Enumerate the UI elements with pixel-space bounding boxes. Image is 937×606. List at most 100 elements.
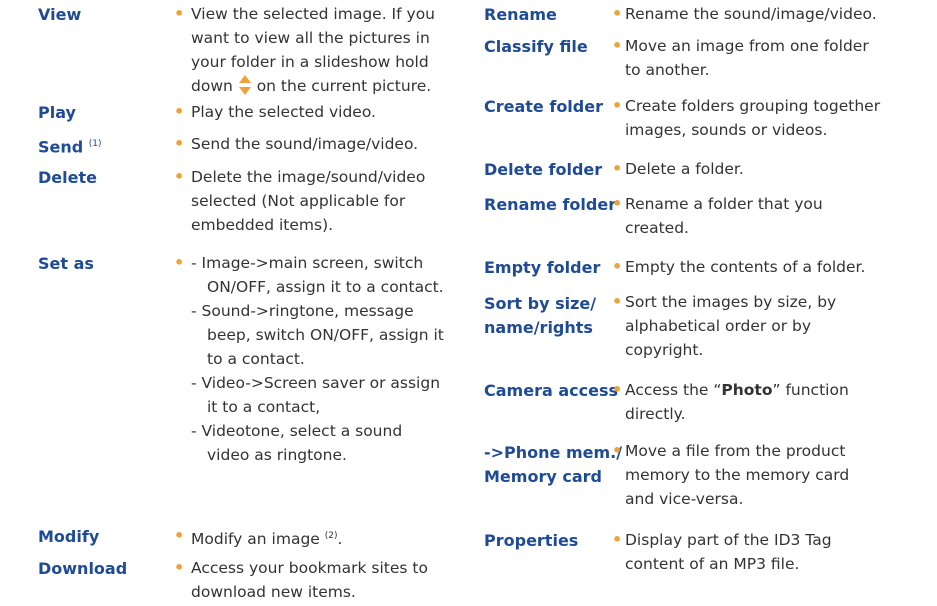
definition-delete: Delete the image/sound/video selected (N… [191, 165, 425, 237]
bullet: • [174, 526, 185, 545]
definition-camera-access: Access the “Photo” function directly. [625, 378, 849, 426]
definition-line: - Videotone, select a sound [191, 422, 403, 440]
term-classify-file: Classify file [484, 37, 588, 56]
term-empty-folder: Empty folder [484, 258, 601, 277]
definition-text: on the current picture. [256, 77, 432, 95]
bullet: • [174, 558, 185, 577]
definition-line: Send the sound/image/video. [191, 135, 419, 153]
bullet: • [612, 4, 623, 23]
definition-text: . [337, 530, 343, 549]
definition-line: Access your bookmark sites to [191, 559, 428, 577]
bullet: • [174, 167, 185, 186]
definition-line: memory to the memory card [625, 466, 850, 484]
bullet: • [174, 4, 185, 23]
definition-line: down on the current picture. [191, 74, 435, 98]
term-send: Send (1) [38, 134, 102, 157]
definition-line: download new items. [191, 583, 356, 601]
definition-create-folder: Create folders grouping together images,… [625, 94, 880, 142]
definition-text: down [191, 77, 233, 95]
definition-line: Play the selected video. [191, 103, 376, 121]
term-camera-access: Camera access [484, 381, 618, 400]
definition-rename: Rename the sound/image/video. [625, 2, 877, 26]
definition-delete-folder: Delete a folder. [625, 157, 744, 181]
term-delete-folder: Delete folder [484, 160, 603, 179]
definition-line: images, sounds or videos. [625, 121, 828, 139]
definition-line: content of an MP3 file. [625, 555, 800, 573]
definition-modify: Modify an image (2). [191, 524, 342, 551]
definition-set-as: - Image->main screen, switch ON/OFF, ass… [191, 251, 444, 467]
definition-text: Access the “ [625, 381, 722, 399]
term-line: Sort by size/ [484, 294, 597, 313]
definition-line: Delete a folder. [625, 160, 744, 178]
term-line: name/rights [484, 318, 593, 337]
bullet: • [612, 292, 623, 311]
definition-line: View the selected image. If you [191, 5, 435, 23]
definition-classify-file: Move an image from one folder to another… [625, 34, 869, 82]
definition-line: video as ringtone. [207, 446, 347, 464]
term-modify: Modify [38, 527, 100, 546]
bullet: • [174, 102, 185, 121]
term-sort-by: Sort by size/ name/rights [484, 292, 596, 340]
bullet: • [612, 257, 623, 276]
definition-line: ON/OFF, assign it to a contact. [207, 278, 444, 296]
definition-line: want to view all the pictures in [191, 29, 430, 47]
definition-line: Display part of the ID3 Tag [625, 531, 832, 549]
bullet: • [612, 159, 623, 178]
definition-line: Delete the image/sound/video [191, 168, 426, 186]
bullet: • [612, 36, 623, 55]
definition-line: Move an image from one folder [625, 37, 869, 55]
definition-line: Rename the sound/image/video. [625, 5, 877, 23]
term-properties: Properties [484, 531, 579, 550]
definition-line: Sort the images by size, by [625, 293, 837, 311]
bullet: • [612, 380, 623, 399]
footnote-marker: (1) [88, 139, 102, 149]
bullet: • [174, 253, 185, 272]
definition-text: Modify an image [191, 530, 320, 549]
definition-line: it to a contact, [207, 398, 321, 416]
definition-line: copyright. [625, 341, 704, 359]
definition-line: - Image->main screen, switch [191, 254, 424, 272]
term-line: Memory card [484, 467, 602, 486]
definition-line: embedded items). [191, 216, 334, 234]
definition-empty-folder: Empty the contents of a folder. [625, 255, 865, 279]
definition-line: your folder in a slideshow hold [191, 53, 429, 71]
term-line: ->Phone mem./ [484, 443, 623, 462]
term-phone-mem-memory-card: ->Phone mem./ Memory card [484, 441, 622, 489]
term-rename: Rename [484, 5, 557, 24]
footnote-marker: (2) [324, 531, 338, 541]
term-set-as: Set as [38, 254, 94, 273]
term-create-folder: Create folder [484, 97, 603, 116]
definition-line: and vice-versa. [625, 490, 744, 508]
definition-line: - Video->Screen saver or assign [191, 374, 441, 392]
bullet: • [612, 194, 623, 213]
definition-sort-by: Sort the images by size, by alphabetical… [625, 290, 836, 362]
term-download: Download [38, 559, 128, 578]
definition-emphasis: Photo [721, 381, 773, 399]
definition-line: Empty the contents of a folder. [625, 258, 866, 276]
bullet: • [612, 530, 623, 549]
term-send-label: Send [38, 137, 84, 157]
definition-phone-mem-memory-card: Move a file from the product memory to t… [625, 439, 849, 511]
definition-line: to another. [625, 61, 710, 79]
bullet: • [612, 441, 623, 460]
definition-text: ” function [772, 381, 849, 399]
definition-send: Send the sound/image/video. [191, 132, 418, 156]
definition-line: beep, switch ON/OFF, assign it [207, 326, 444, 344]
definition-line: Access the “Photo” function [625, 378, 849, 402]
term-rename-folder: Rename folder [484, 195, 617, 214]
definition-rename-folder: Rename a folder that you created. [625, 192, 823, 240]
definition-line: Modify an image (2). [191, 524, 342, 551]
bullet: • [612, 96, 623, 115]
definition-download: Access your bookmark sites to download n… [191, 556, 428, 604]
definition-line: alphabetical order or by [625, 317, 812, 335]
term-delete: Delete [38, 168, 97, 187]
definition-view: View the selected image. If you want to … [191, 2, 435, 98]
definition-line: Move a file from the product [625, 442, 846, 460]
definition-line: selected (Not applicable for [191, 192, 406, 210]
up-down-nav-icon [238, 74, 251, 95]
term-play: Play [38, 103, 76, 122]
definition-line: - Sound->ringtone, message [191, 302, 414, 320]
bullet: • [174, 134, 185, 153]
definition-line: Rename a folder that you [625, 195, 823, 213]
definition-play: Play the selected video. [191, 100, 376, 124]
